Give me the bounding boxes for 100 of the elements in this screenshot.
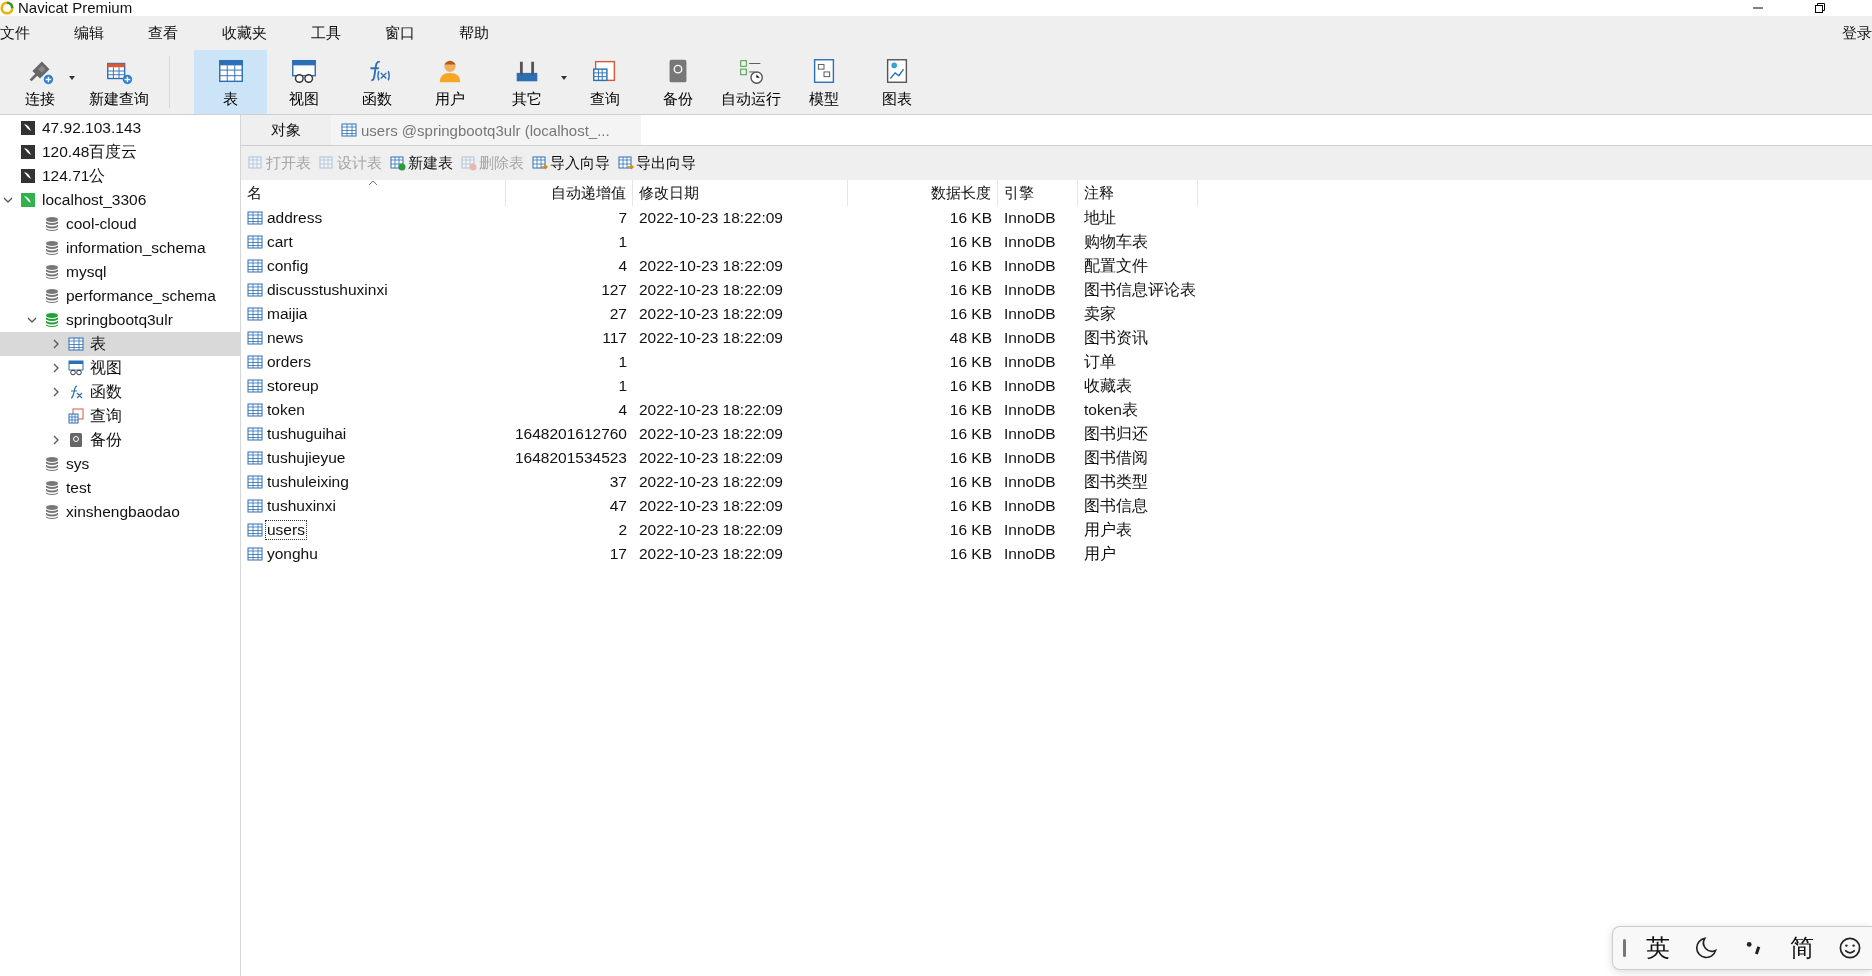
table-name[interactable]: token bbox=[265, 400, 307, 420]
toolbar-button[interactable]: 自动运行 bbox=[714, 50, 787, 114]
column-header[interactable]: 注释 bbox=[1078, 180, 1198, 206]
language-toggle[interactable]: 英 bbox=[1646, 932, 1670, 964]
table-name[interactable]: config bbox=[265, 256, 311, 276]
tree-item[interactable]: 表 bbox=[0, 332, 240, 356]
chevron-right-icon[interactable] bbox=[51, 435, 61, 445]
table-cell: 7 bbox=[618, 209, 627, 227]
action-button[interactable]: 导出向导 bbox=[617, 151, 697, 175]
tree-item[interactable]: 函数 bbox=[0, 380, 240, 404]
table-cell: 2022-10-23 18:22:09 bbox=[639, 473, 783, 491]
table-name[interactable]: tushuguihai bbox=[265, 424, 349, 444]
chevron-right-icon[interactable] bbox=[51, 363, 61, 373]
table-name[interactable]: news bbox=[265, 328, 306, 348]
chevron-down-icon[interactable] bbox=[3, 195, 13, 205]
menu-item[interactable]: 文件 bbox=[0, 23, 44, 43]
table-cell: 127 bbox=[601, 281, 627, 299]
app-logo-icon bbox=[0, 1, 14, 15]
table-cell: 16 KB bbox=[949, 497, 992, 515]
chevron-right-icon[interactable] bbox=[51, 339, 61, 349]
table-cell-text: 配置文件 bbox=[1084, 255, 1148, 276]
table-name[interactable]: orders bbox=[265, 352, 313, 372]
tree-item[interactable]: sys bbox=[0, 452, 240, 476]
table-cell: 16 KB bbox=[949, 521, 992, 539]
tree-item[interactable]: 47.92.103.143 bbox=[0, 116, 240, 140]
menu-item[interactable]: 编辑 bbox=[74, 23, 118, 43]
tree-item[interactable]: information_schema bbox=[0, 236, 240, 260]
menu-item[interactable]: 窗口 bbox=[385, 23, 429, 43]
table-cell: InnoDB bbox=[1004, 329, 1056, 347]
table-name[interactable]: tushuleixing bbox=[265, 472, 351, 492]
table-cell-text: 订单 bbox=[1084, 351, 1116, 372]
chevron-right-icon[interactable] bbox=[51, 387, 61, 397]
table-cell: InnoDB bbox=[1004, 449, 1056, 467]
table-cell: 2022-10-23 18:22:09 bbox=[639, 305, 783, 323]
toolbar-button[interactable]: 备份 bbox=[641, 50, 714, 114]
menu-item[interactable]: 工具 bbox=[311, 23, 355, 43]
action-button[interactable]: 导入向导 bbox=[531, 151, 611, 175]
menu-item[interactable]: 查看 bbox=[148, 23, 192, 43]
toolbar-button[interactable]: 模型 bbox=[787, 50, 860, 114]
tree-item[interactable]: 120.48百度云 bbox=[0, 140, 240, 164]
tree-item[interactable]: 视图 bbox=[0, 356, 240, 380]
tree-item[interactable]: 备份 bbox=[0, 428, 240, 452]
table-cell-text: 图书资讯 bbox=[1084, 327, 1148, 348]
table-icon bbox=[247, 282, 263, 298]
table-name[interactable]: tushujieyue bbox=[265, 448, 348, 468]
toolbar-button[interactable]: 用户 bbox=[413, 50, 486, 114]
toolbar-button[interactable]: 表 bbox=[194, 50, 267, 114]
table-icon bbox=[247, 450, 263, 466]
table-name[interactable]: users bbox=[265, 520, 307, 540]
tree-item[interactable]: 124.71公 bbox=[0, 164, 240, 188]
column-header[interactable]: 修改日期 bbox=[633, 180, 848, 206]
table-cell: InnoDB bbox=[1004, 233, 1056, 251]
table-cell: InnoDB bbox=[1004, 281, 1056, 299]
column-header[interactable]: 引擎 bbox=[998, 180, 1078, 206]
toolbar-button[interactable]: 连接 bbox=[4, 50, 76, 114]
restore-icon[interactable] bbox=[1814, 2, 1826, 14]
tree-item[interactable]: localhost_3306 bbox=[0, 188, 240, 212]
login-link[interactable]: 登录 bbox=[1842, 23, 1872, 43]
column-header[interactable]: 数据长度 bbox=[848, 180, 998, 206]
table-icon bbox=[247, 426, 263, 442]
table-name[interactable]: tushuxinxi bbox=[265, 496, 338, 516]
tab[interactable]: 对象 bbox=[241, 115, 331, 145]
toolbar-button[interactable]: 新建查询 bbox=[82, 50, 155, 114]
tree-item[interactable]: test bbox=[0, 476, 240, 500]
table-cell: 16 KB bbox=[949, 233, 992, 251]
table-cell-text: 收藏表 bbox=[1084, 375, 1132, 396]
action-button[interactable]: 新建表 bbox=[389, 151, 454, 175]
tab[interactable]: users @springbootq3ulr (localhost_... bbox=[331, 115, 641, 145]
script-toggle[interactable]: 简 bbox=[1790, 932, 1814, 964]
tree-item[interactable]: performance_schema bbox=[0, 284, 240, 308]
table-name[interactable]: storeup bbox=[265, 376, 321, 396]
table-cell: 16 KB bbox=[949, 209, 992, 227]
chevron-down-icon[interactable] bbox=[27, 315, 37, 325]
table-name[interactable]: maijia bbox=[265, 304, 310, 324]
column-header[interactable]: 名 bbox=[241, 180, 506, 206]
table-new-icon bbox=[390, 155, 406, 171]
table-cell: 17 bbox=[609, 545, 627, 563]
moon-icon[interactable] bbox=[1694, 936, 1718, 960]
table-name[interactable]: cart bbox=[265, 232, 295, 252]
tree-item[interactable]: springbootq3ulr bbox=[0, 308, 240, 332]
table-cell-text: 图书信息评论表 bbox=[1084, 279, 1196, 300]
toolbar-button[interactable]: 查询 bbox=[568, 50, 641, 114]
table-name[interactable]: discusstushuxinxi bbox=[265, 280, 390, 300]
tree-item[interactable]: mysql bbox=[0, 260, 240, 284]
menu-item[interactable]: 收藏夹 bbox=[222, 23, 281, 43]
table-name[interactable]: yonghu bbox=[265, 544, 320, 564]
tree-item[interactable]: cool-cloud bbox=[0, 212, 240, 236]
tree-item[interactable]: xinshengbaodao bbox=[0, 500, 240, 524]
table-icon bbox=[247, 378, 263, 394]
toolbar-button[interactable]: 函数 bbox=[340, 50, 413, 114]
toolbar-button[interactable]: 视图 bbox=[267, 50, 340, 114]
menu-item[interactable]: 帮助 bbox=[459, 23, 503, 43]
toolbar-button[interactable]: 图表 bbox=[860, 50, 933, 114]
toolbar-button[interactable]: 其它 bbox=[486, 50, 568, 114]
table-cell: 2022-10-23 18:22:09 bbox=[639, 425, 783, 443]
emoji-icon[interactable] bbox=[1838, 936, 1862, 960]
column-header[interactable]: 自动递增值 bbox=[506, 180, 633, 206]
table-icon bbox=[247, 234, 263, 250]
table-name[interactable]: address bbox=[265, 208, 325, 228]
tree-item[interactable]: 查询 bbox=[0, 404, 240, 428]
